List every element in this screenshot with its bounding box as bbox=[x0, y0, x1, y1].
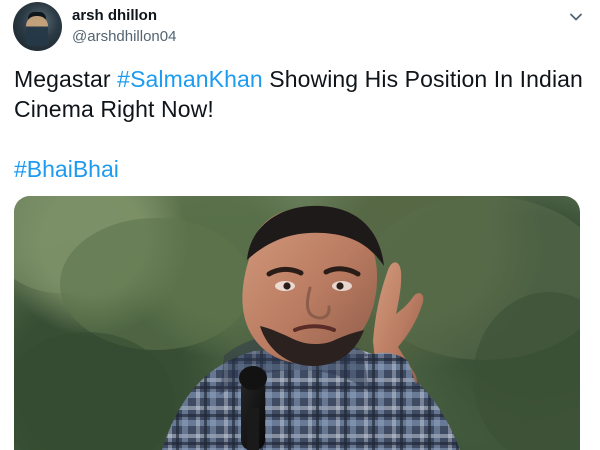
tweet-text-suffix: Showing His Position In Indian bbox=[262, 66, 583, 92]
avatar[interactable] bbox=[13, 2, 62, 51]
hashtag-salmankhan-link[interactable]: #SalmanKhan bbox=[117, 66, 263, 92]
author-handle[interactable]: @arshdhillon04 bbox=[72, 28, 176, 46]
tweet-text-prefix: Megastar bbox=[14, 66, 118, 92]
microphone bbox=[239, 366, 267, 450]
tweet-text-line-1: Megastar #SalmanKhan Showing His Positio… bbox=[14, 64, 584, 94]
tweet-text-line-2: Cinema Right Now! bbox=[14, 96, 214, 122]
chevron-down-icon[interactable] bbox=[567, 8, 585, 26]
tweet-card: arsh dhillon @arshdhillon04 Megastar #Sa… bbox=[0, 0, 600, 450]
tweet-media-image[interactable] bbox=[14, 196, 580, 450]
hashtag-bhaibhai-link[interactable]: #BhaiBhai bbox=[14, 154, 119, 184]
tweet-header: arsh dhillon @arshdhillon04 bbox=[13, 2, 585, 54]
author-name[interactable]: arsh dhillon bbox=[72, 7, 157, 25]
avatar-figure-shape bbox=[26, 16, 48, 46]
tweet-text: Megastar #SalmanKhan Showing His Positio… bbox=[14, 64, 584, 124]
